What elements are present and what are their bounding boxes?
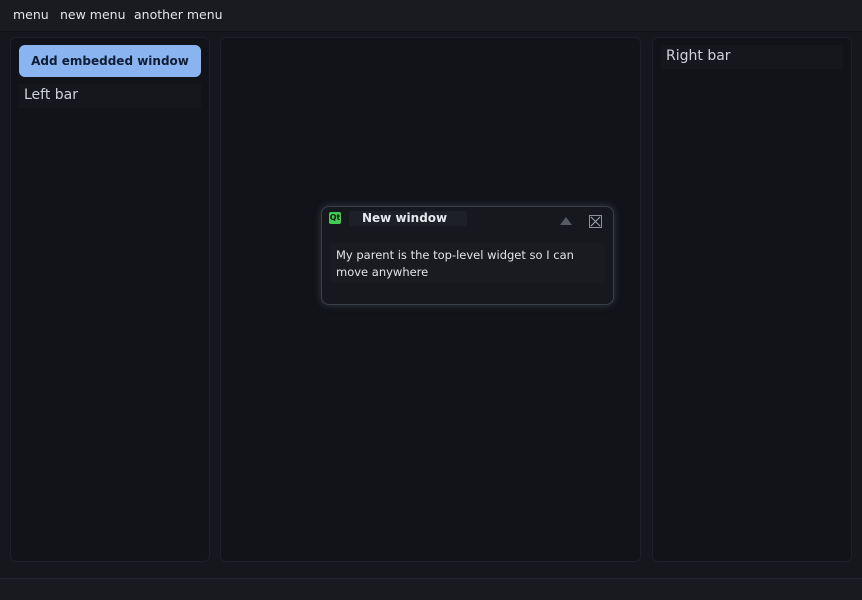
left-panel [10, 37, 210, 562]
add-embedded-window-button[interactable]: Add embedded window [19, 45, 201, 77]
menu-item-menu[interactable]: menu [13, 7, 49, 23]
status-bar [0, 578, 862, 600]
window-title: New window [362, 211, 448, 225]
window-content: My parent is the top-level widget so I c… [330, 243, 605, 283]
qt-app-icon: Qt [329, 212, 341, 224]
app-root: menu new menu another menu Add embedded … [0, 0, 862, 600]
window-titlebar[interactable]: Qt New window [322, 207, 613, 231]
triangle-up-icon[interactable] [560, 217, 572, 225]
right-bar-label: Right bar [661, 45, 843, 69]
window-body-text: My parent is the top-level widget so I c… [336, 248, 574, 279]
menu-item-another-menu[interactable]: another menu [134, 7, 223, 23]
floating-window[interactable]: Qt New window My parent is the top-level… [321, 206, 614, 305]
menu-item-new-menu[interactable]: new menu [60, 7, 126, 23]
menu-bar: menu new menu another menu [0, 0, 862, 32]
left-bar-label: Left bar [19, 84, 201, 108]
right-panel [652, 37, 852, 562]
close-icon[interactable] [589, 215, 602, 228]
